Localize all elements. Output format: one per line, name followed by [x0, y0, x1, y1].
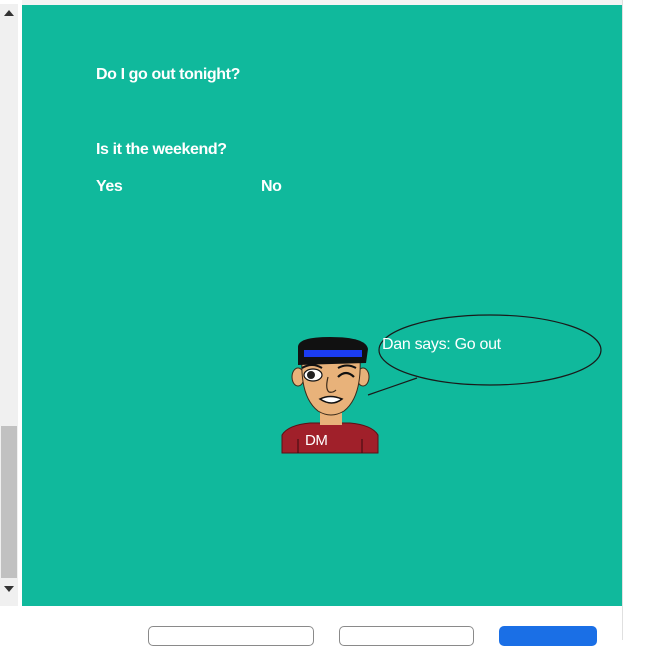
right-border [622, 0, 623, 640]
character-sprite[interactable] [280, 335, 380, 455]
avatar-initials: DM [305, 432, 328, 449]
arrow-up-icon [4, 10, 14, 16]
no-option[interactable]: No [261, 178, 282, 196]
scroll-down-button[interactable] [0, 580, 18, 598]
scroll-thumb[interactable] [1, 426, 17, 578]
yes-option[interactable]: Yes [96, 178, 123, 196]
speech-bubble [367, 314, 602, 396]
footer-button-2[interactable] [339, 626, 474, 646]
speech-text: Dan says: Go out [382, 336, 501, 353]
arrow-down-icon [4, 586, 14, 592]
question-go-out: Do I go out tonight? [96, 66, 240, 83]
footer-button-1[interactable] [148, 626, 314, 646]
game-stage: Do I go out tonight? Is it the weekend? … [22, 5, 622, 606]
question-weekend: Is it the weekend? [96, 141, 227, 158]
scroll-up-button[interactable] [0, 4, 18, 22]
footer-primary-button[interactable] [499, 626, 597, 646]
